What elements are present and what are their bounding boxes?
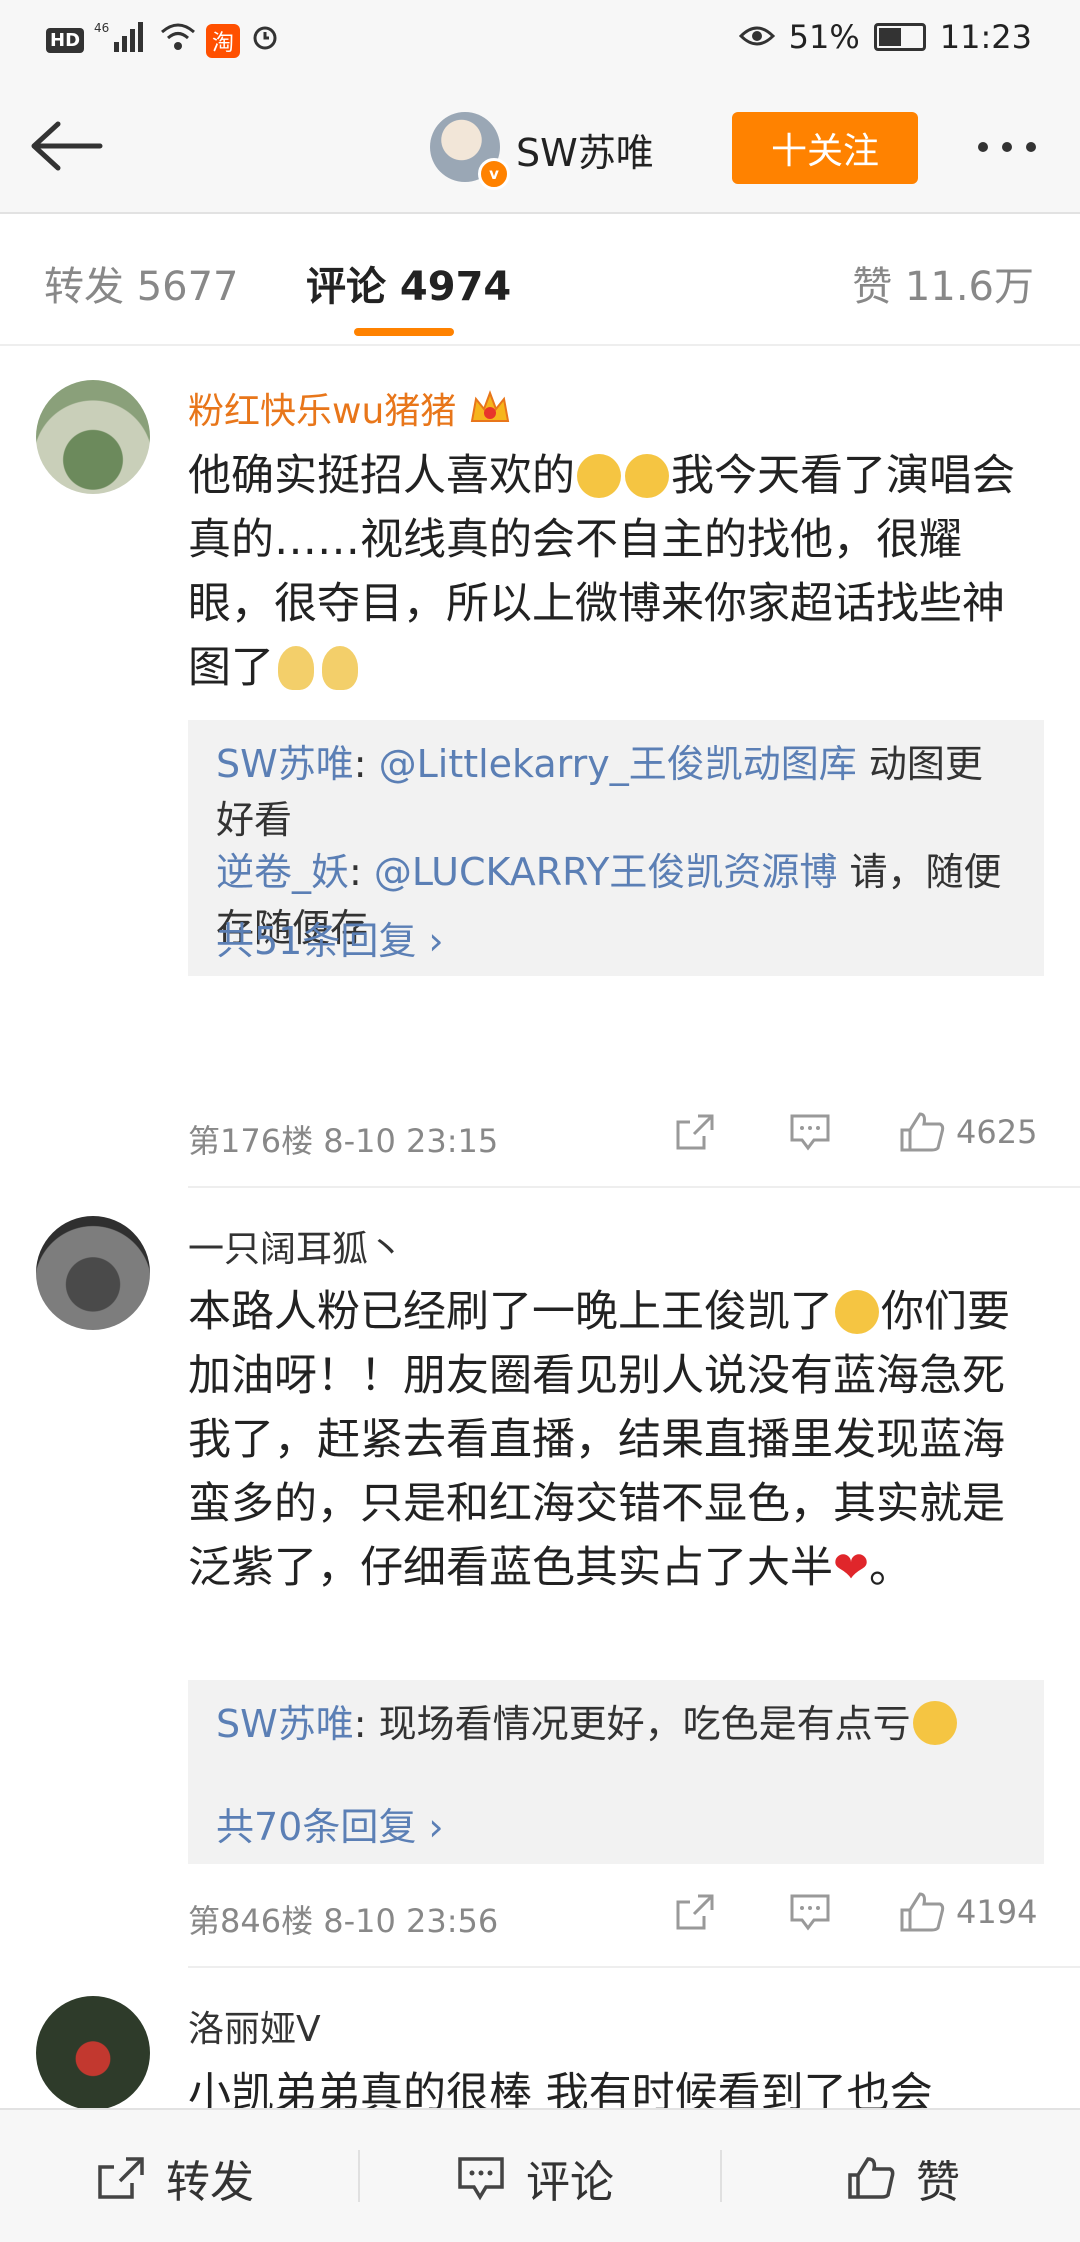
share-icon [676,1114,714,1150]
avatar[interactable] [36,1996,150,2108]
status-bar: HD 46 淘 51% 11:23 [0,0,1080,82]
kneeling-emoji-icon [322,646,358,690]
battery-icon [873,23,926,51]
reply-username[interactable]: SW苏唯 [216,1702,354,1746]
verified-badge-icon: v [478,158,510,190]
floor-and-time: 第846楼 8-10 23:56 [188,1902,499,1940]
comment-text-part: 本路人粉已经刷了一晚上王俊凯了 [188,1287,833,1337]
like-button[interactable]: 4194 [898,1890,1037,1934]
laugh-cry-emoji-icon [577,454,621,498]
reply-button[interactable] [788,1112,832,1152]
signal-icon: 46 [94,20,150,61]
like-count: 4625 [956,1113,1038,1151]
divider [188,1966,1080,1968]
comment-username[interactable]: 洛丽娅V [188,2000,321,2052]
thumbs-up-icon [848,2157,895,2199]
like-post-button[interactable]: 赞 [846,2146,960,2210]
share-button[interactable] [672,1892,716,1932]
reply-text: : 现场看情况更好，吃色是有点亏 [353,1702,911,1746]
taobao-icon: 淘 [206,23,241,58]
more-replies-link[interactable]: 共70条回复 › [216,1796,444,1851]
reply-mention[interactable]: @Littlekarry_王俊凯动图库 [379,742,857,786]
comment-button[interactable]: 评论 [456,2146,614,2210]
comment-icon [790,1894,830,1931]
reply-preview-box[interactable]: SW苏唯: @Littlekarry_王俊凯动图库 动图更好看 逆卷_妖: @L… [188,720,1044,976]
comment-label: 评论 [526,2157,614,2208]
crying-emoji-icon [835,1290,879,1334]
comment-text: 本路人粉已经刷了一晚上王俊凯了 你们要加油呀！！朋友圈看见别人说没有蓝海急死我了，… [188,1280,1018,1600]
detail-tabs: 转发 5677 评论 4974 赞 11.6万 [0,214,1080,346]
floor-and-time: 第176楼 8-10 23:15 [188,1122,499,1160]
share-button[interactable] [672,1112,716,1152]
network-type: 46 [94,21,109,35]
share-icon [676,1894,714,1930]
reply-preview-box[interactable]: SW苏唯: 现场看情况更好，吃色是有点亏 共70条回复 › [188,1680,1044,1864]
comment-text: 他确实挺招人喜欢的 我今天看了演唱会真的……视线真的会不自主的找他，很耀眼，很夺目… [188,444,1018,700]
comment-username[interactable]: 粉红快乐wu猪猪 [188,382,512,434]
laugh-cry-emoji-icon [625,454,669,498]
repost-button[interactable]: 转发 [96,2146,254,2210]
awkward-emoji-icon [912,1701,957,1745]
comment-item: 洛丽娅V 小凯弟弟真的很棒 我有时候看到了也会 [0,1990,1080,2108]
hd-indicator: HD [46,28,85,53]
divider [358,2150,360,2202]
share-icon [98,2157,144,2199]
comment-item: 粉红快乐wu猪猪 他确实挺招人喜欢的 我今天看了演唱会真的……视线真的会不自主的找… [0,360,1080,1200]
reply-username[interactable]: 逆卷_妖 [216,850,349,894]
comment-icon [790,1114,830,1151]
reply-item[interactable]: SW苏唯: @Littlekarry_王俊凯动图库 动图更好看 [216,736,1016,848]
comment-text-part: 他确实挺招人喜欢的 [188,451,575,501]
tab-repost[interactable]: 转发 5677 [44,254,239,312]
thumbs-up-icon [900,1112,945,1152]
like-count: 4194 [956,1893,1038,1931]
comment-text-part: 。 [869,1543,913,1593]
repost-label: 转发 [166,2157,254,2208]
active-tab-indicator [354,328,454,336]
tab-comments[interactable]: 评论 4974 [306,254,511,312]
divider [720,2150,722,2202]
follow-button[interactable]: 十关注 [732,112,918,184]
reply-username[interactable]: SW苏唯 [216,742,354,786]
vip-crown-icon [468,390,512,432]
back-arrow-icon [31,121,103,171]
author-name[interactable]: SW苏唯 [516,122,654,177]
reply-item[interactable]: SW苏唯: 现场看情况更好，吃色是有点亏 [216,1696,1016,1752]
thumbs-up-icon [900,1892,945,1932]
comment-item: 一只阔耳狐丶 本路人粉已经刷了一晚上王俊凯了 你们要加油呀！！朋友圈看见别人说没有… [0,1210,1080,1970]
comment-username[interactable]: 一只阔耳狐丶 [188,1220,404,1272]
username-text: 粉红快乐wu猪猪 [188,391,457,432]
avatar[interactable] [36,380,150,494]
clock: 11:23 [939,18,1032,56]
reply-button[interactable] [788,1892,832,1932]
comment-icon [458,2157,504,2201]
reply-mention[interactable]: @LUCKARRY王俊凯资源博 [374,850,837,894]
heart-emoji-icon: ❤ [833,1543,870,1593]
like-label: 赞 [916,2157,960,2208]
comment-text: 小凯弟弟真的很棒 我有时候看到了也会 [188,2069,933,2108]
more-replies-link[interactable]: 共51条回复 › [216,910,444,965]
tab-likes[interactable]: 赞 11.6万 [852,254,1034,312]
battery-percent: 51% [788,18,860,56]
like-button[interactable]: 4625 [898,1110,1037,1154]
avatar[interactable] [36,1216,150,1330]
eye-comfort-icon [738,18,775,56]
divider [188,1186,1080,1188]
alarm-icon [250,22,280,60]
more-options-icon[interactable] [978,142,1036,152]
wifi-icon [160,22,196,60]
kneeling-emoji-icon [278,646,314,690]
back-button[interactable] [28,116,108,176]
bottom-action-bar: 转发 评论 赞 [0,2108,1080,2242]
top-nav-bar: v SW苏唯 十关注 [0,82,1080,214]
